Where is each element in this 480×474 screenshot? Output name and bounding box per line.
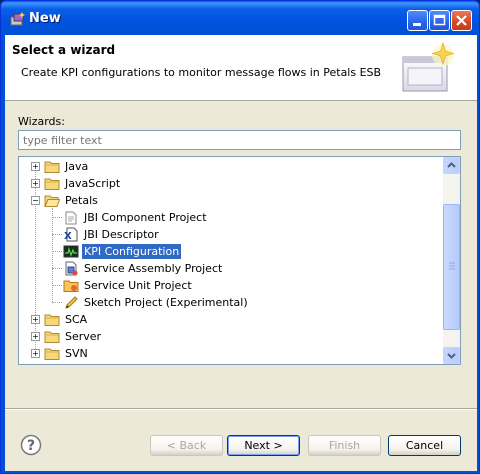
tree-item-label: KPI Configuration xyxy=(82,244,182,259)
tree-item-petals[interactable]: − Petals xyxy=(19,192,443,209)
wizard-banner-icon xyxy=(402,41,455,92)
scroll-up-button[interactable] xyxy=(443,157,460,174)
footer-separator xyxy=(5,408,477,410)
tree-item-jbi-descriptor[interactable]: X JBI Descriptor xyxy=(19,226,443,243)
tree-item-label: SVN xyxy=(65,347,88,360)
wizard-tree: + Java + JavaScript − Petals JBI Compone… xyxy=(18,156,461,365)
eclipse-new-icon xyxy=(10,12,25,26)
vertical-scrollbar[interactable] xyxy=(443,157,460,364)
folder-open-icon xyxy=(44,195,60,207)
tree-item-java[interactable]: + Java xyxy=(19,158,443,175)
expand-icon[interactable]: + xyxy=(31,162,40,171)
tree-item-label: JavaScript xyxy=(65,177,121,190)
tree-item-label: JBI Component Project xyxy=(84,211,207,224)
tree-item-service-assembly-project[interactable]: Service Assembly Project xyxy=(19,260,443,277)
wizard-window: New Select a wizard Create KPI configura… xyxy=(0,0,480,474)
collapse-icon[interactable]: − xyxy=(31,196,40,205)
back-button[interactable]: < Back xyxy=(150,435,223,456)
close-button[interactable] xyxy=(451,10,472,31)
tree-item-label: Service Assembly Project xyxy=(84,262,223,275)
tree-item-sketch-project[interactable]: Sketch Project (Experimental) xyxy=(19,294,443,311)
minimize-icon xyxy=(413,23,421,26)
svg-text:X: X xyxy=(64,231,72,242)
tree-item-label: Petals xyxy=(65,194,98,207)
tree-item-service-unit-project[interactable]: Service Unit Project xyxy=(19,277,443,294)
chevron-up-icon xyxy=(447,162,456,168)
tree-item-sca[interactable]: + SCA xyxy=(19,311,443,328)
service-unit-icon xyxy=(63,280,79,292)
tree-item-label: Java xyxy=(65,160,89,173)
folder-icon xyxy=(44,348,60,360)
window-frame: New Select a wizard Create KPI configura… xyxy=(0,0,480,474)
wizard-header: Select a wizard Create KPI configuration… xyxy=(5,35,477,101)
pencil-icon xyxy=(65,296,78,309)
chevron-down-icon xyxy=(447,353,456,359)
expand-icon[interactable]: + xyxy=(31,349,40,358)
scroll-down-button[interactable] xyxy=(443,347,460,364)
tree-item-javascript[interactable]: + JavaScript xyxy=(19,175,443,192)
tree-item-jbi-component-project[interactable]: JBI Component Project xyxy=(19,209,443,226)
expand-icon[interactable]: + xyxy=(31,332,40,341)
maximize-icon xyxy=(433,14,446,26)
cancel-button[interactable]: Cancel xyxy=(388,435,461,456)
component-project-icon xyxy=(65,211,77,225)
grip-icon xyxy=(449,262,455,270)
folder-icon xyxy=(44,331,60,343)
folder-icon xyxy=(44,178,60,190)
page-description: Create KPI configurations to monitor mes… xyxy=(21,66,382,79)
minimize-button[interactable] xyxy=(407,10,428,31)
tree-item-label: Sketch Project (Experimental) xyxy=(84,296,248,309)
wizards-label: Wizards: xyxy=(18,115,65,128)
xml-descriptor-icon: X xyxy=(64,227,78,242)
kpi-chart-icon xyxy=(63,245,79,258)
expand-icon[interactable]: + xyxy=(31,179,40,188)
tree-item-label: Server xyxy=(65,330,102,343)
tree-item-server[interactable]: + Server xyxy=(19,328,443,345)
maximize-button[interactable] xyxy=(429,10,450,31)
title-bar[interactable]: New xyxy=(1,1,480,37)
tree-item-kpi-configuration[interactable]: KPI Configuration xyxy=(19,243,443,260)
finish-button[interactable]: Finish xyxy=(308,435,381,456)
scroll-thumb[interactable] xyxy=(443,204,460,330)
folder-icon xyxy=(44,314,60,326)
help-icon[interactable]: ? xyxy=(20,434,42,456)
window-title: New xyxy=(29,11,61,26)
page-title: Select a wizard xyxy=(12,43,116,57)
service-assembly-icon xyxy=(65,261,78,276)
next-button[interactable]: Next > xyxy=(227,435,300,456)
tree-item-label: JBI Descriptor xyxy=(84,228,159,241)
close-icon xyxy=(456,15,467,26)
tree-item-svn[interactable]: + SVN xyxy=(19,345,443,362)
expand-icon[interactable]: + xyxy=(31,315,40,324)
filter-input[interactable] xyxy=(18,130,461,150)
dialog-body: Select a wizard Create KPI configuration… xyxy=(5,35,477,471)
tree-item-label: SCA xyxy=(65,313,88,326)
tree-item-label: Service Unit Project xyxy=(84,279,192,292)
svg-text:?: ? xyxy=(27,438,35,454)
folder-icon xyxy=(44,161,60,173)
